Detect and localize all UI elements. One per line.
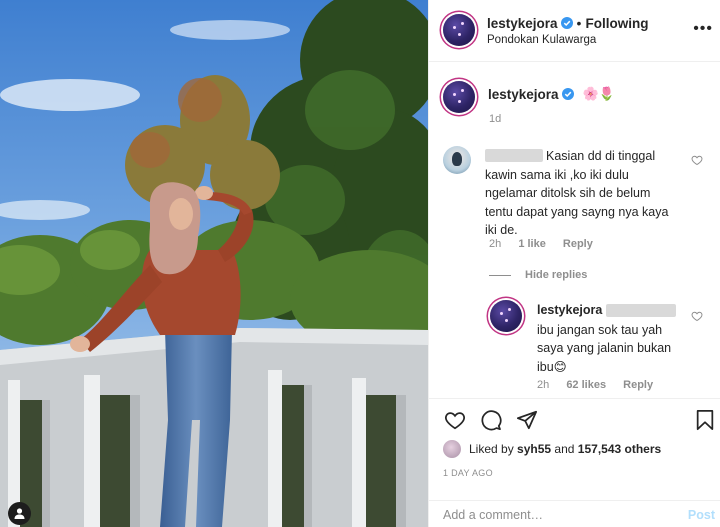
action-bar bbox=[429, 398, 720, 440]
reply-likes[interactable]: 62 likes bbox=[566, 379, 606, 391]
comment-icon[interactable] bbox=[479, 409, 503, 431]
share-icon[interactable] bbox=[515, 409, 539, 431]
comment-meta: 2h 1 like Reply bbox=[489, 238, 607, 250]
reply-meta: 2h 62 likes Reply bbox=[537, 379, 667, 391]
post-timestamp: 1 DAY AGO bbox=[443, 468, 493, 478]
likes-summary: Liked by syh55 and 157,543 others bbox=[443, 440, 661, 458]
verified-badge-icon bbox=[561, 88, 574, 100]
liker-avatar[interactable] bbox=[443, 440, 461, 458]
post-panel: lestykejora • Following Pondokan Kulawar… bbox=[428, 0, 720, 527]
separator-dot: • bbox=[576, 15, 582, 31]
reply-username[interactable]: lestykejora bbox=[537, 301, 602, 320]
user-tag-icon[interactable] bbox=[8, 502, 31, 525]
reply-line: ibu😊 bbox=[537, 359, 567, 374]
comment-line: tentu dapat yang sayng nya kaya bbox=[485, 204, 669, 219]
redacted-mention bbox=[606, 303, 677, 317]
comment-line: iki de. bbox=[485, 223, 518, 237]
reply-body: lestykejora ibu jangan sok tau yah saya … bbox=[537, 301, 687, 376]
comment-body: Kasian dd di tinggal kawin sama iki ,ko … bbox=[485, 147, 685, 240]
comment-reply-button[interactable]: Reply bbox=[563, 238, 593, 250]
photo-scene bbox=[0, 0, 428, 527]
reply-like-heart-icon[interactable] bbox=[691, 310, 703, 322]
more-options-icon[interactable]: ••• bbox=[693, 20, 713, 38]
comment-line: kawin sama iki ,ko iki dulu bbox=[485, 167, 629, 182]
caption-username[interactable]: lestykejora bbox=[488, 87, 559, 102]
following-button[interactable]: Following bbox=[585, 16, 648, 31]
hide-replies-line bbox=[489, 274, 511, 276]
post-header: lestykejora • Following Pondokan Kulawar… bbox=[429, 0, 720, 62]
reply-reply-button[interactable]: Reply bbox=[623, 379, 653, 391]
verified-badge-icon bbox=[560, 17, 573, 29]
reply-line: ibu jangan sok tau yah bbox=[537, 322, 663, 337]
reply-avatar[interactable] bbox=[490, 300, 522, 332]
post-photo[interactable] bbox=[0, 0, 428, 527]
post-comment-button[interactable]: Post bbox=[688, 508, 715, 522]
caption: lestykejora 🌸🌷 bbox=[488, 86, 615, 102]
comment-line: ngelamar ditolsk sih de belum bbox=[485, 186, 651, 200]
comment-time: 2h bbox=[489, 238, 502, 250]
likes-count[interactable]: 157,543 others bbox=[578, 442, 661, 456]
comment-input[interactable]: Add a comment… bbox=[443, 508, 543, 522]
likes-prefix: Liked by bbox=[469, 442, 514, 456]
reply-time: 2h bbox=[537, 379, 550, 391]
caption-age: 1d bbox=[489, 113, 502, 125]
author-avatar[interactable] bbox=[443, 14, 475, 46]
caption-avatar[interactable] bbox=[443, 81, 475, 113]
hide-replies-label: Hide replies bbox=[525, 269, 588, 281]
reply-line: saya yang jalanin bukan bbox=[537, 341, 672, 355]
caption-emoji: 🌸🌷 bbox=[582, 86, 615, 101]
comment-line: Kasian dd di tinggal bbox=[546, 149, 656, 163]
comment-likes[interactable]: 1 like bbox=[518, 238, 546, 250]
hide-replies-button[interactable]: Hide replies bbox=[489, 269, 587, 281]
location-link[interactable]: Pondokan Kulawarga bbox=[487, 34, 596, 46]
likes-and: and bbox=[554, 442, 575, 456]
bookmark-icon[interactable] bbox=[695, 409, 715, 431]
commenter-avatar[interactable] bbox=[443, 146, 471, 174]
liker-username[interactable]: syh55 bbox=[517, 442, 551, 456]
heart-icon[interactable] bbox=[443, 409, 467, 431]
comment-like-heart-icon[interactable] bbox=[691, 154, 703, 166]
add-comment-bar: Add a comment… Post bbox=[429, 500, 720, 527]
redacted-username bbox=[485, 149, 543, 162]
author-username[interactable]: lestykejora bbox=[487, 16, 558, 31]
